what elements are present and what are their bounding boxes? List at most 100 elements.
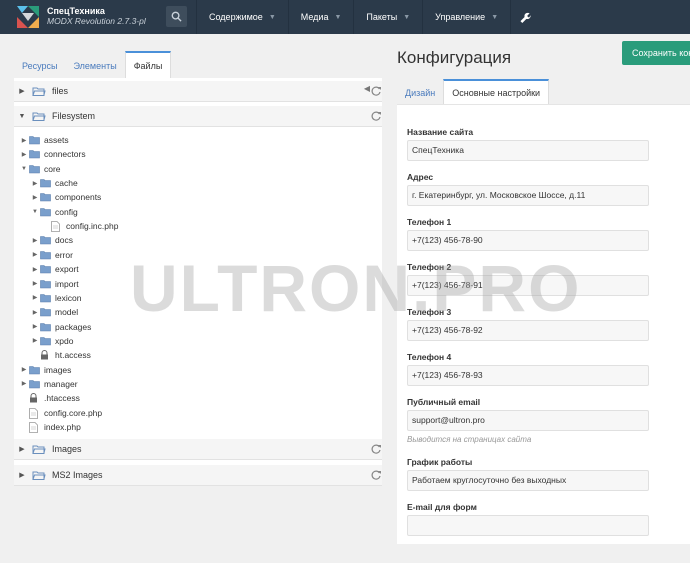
- tab-main-settings[interactable]: Основные настройки: [443, 79, 550, 104]
- expand-arrow-icon[interactable]: ▶: [30, 180, 40, 187]
- expand-arrow-icon[interactable]: ▶: [30, 337, 40, 344]
- expand-arrow-icon[interactable]: ▼: [14, 113, 30, 120]
- field-label: Телефон 2: [407, 262, 452, 272]
- tree-folder[interactable]: ▶ import: [30, 277, 79, 291]
- system-settings-button[interactable]: [510, 0, 540, 34]
- source-images-header[interactable]: ▶ Images: [14, 439, 382, 460]
- field-label: Телефон 1: [407, 217, 452, 227]
- expand-arrow-icon[interactable]: ▶: [30, 266, 40, 273]
- tree-folder[interactable]: ▼ core: [19, 162, 61, 176]
- field-label: Телефон 4: [407, 352, 452, 362]
- tree-item-label: core: [44, 163, 61, 174]
- field-input[interactable]: +7(123) 456-78-93: [407, 365, 649, 386]
- tree-folder[interactable]: ▶ xpdo: [30, 334, 74, 348]
- tree-file[interactable]: index.php: [19, 420, 81, 434]
- tree-file[interactable]: .htaccess: [19, 391, 80, 405]
- folder-icon: [40, 178, 51, 188]
- expand-arrow-icon[interactable]: ▶: [30, 294, 40, 301]
- nav-manage-label: Управление: [435, 12, 486, 22]
- nav-manage[interactable]: Управление ▼: [422, 0, 510, 34]
- site-name: СпецТехника: [47, 6, 105, 16]
- tree-folder[interactable]: ▶ images: [19, 363, 72, 377]
- nav-media[interactable]: Медиа ▼: [287, 0, 354, 34]
- refresh-icon[interactable]: [370, 443, 382, 455]
- left-panel: Ресурсы Элементы Файлы ▶ files ◀ ▼ Files…: [0, 34, 382, 563]
- search-icon: [171, 11, 182, 22]
- expand-arrow-icon[interactable]: ▶: [19, 380, 29, 387]
- expand-arrow-icon[interactable]: ▶: [30, 280, 40, 287]
- expand-arrow-icon[interactable]: ▶: [19, 151, 29, 158]
- collapse-arrow-icon[interactable]: ▼: [30, 209, 40, 215]
- tree-file[interactable]: ht.access: [30, 348, 91, 362]
- expand-arrow-icon[interactable]: ▶: [14, 471, 30, 479]
- tree-item-label: images: [44, 364, 72, 375]
- tree-folder[interactable]: ▼ config: [30, 205, 78, 219]
- folder-icon: [29, 379, 40, 389]
- config-tabs: Дизайн Основные настройки: [397, 79, 550, 104]
- expand-arrow-icon[interactable]: ▶: [30, 251, 40, 258]
- expand-arrow-icon[interactable]: ▶: [30, 237, 40, 244]
- expand-arrow-icon[interactable]: ▶: [30, 194, 40, 201]
- expand-arrow-icon[interactable]: ▶: [19, 137, 29, 144]
- expand-arrow-icon[interactable]: ▶: [30, 323, 40, 330]
- field-input[interactable]: Работаем круглосуточно без выходных: [407, 470, 649, 491]
- tree-file[interactable]: config.inc.php: [41, 219, 118, 233]
- field-label: График работы: [407, 457, 473, 467]
- search-button[interactable]: [166, 6, 187, 27]
- tab-elements[interactable]: Элементы: [66, 51, 125, 78]
- tree-item-label: config: [55, 206, 78, 217]
- tree-folder[interactable]: ▶ error: [30, 248, 73, 262]
- field-input[interactable]: г. Екатеринбург, ул. Московское Шоссе, д…: [407, 185, 649, 206]
- expand-arrow-icon[interactable]: ▶: [30, 309, 40, 316]
- tree-folder[interactable]: ▶ components: [30, 190, 102, 204]
- source-filesystem-title: Filesystem: [52, 111, 96, 121]
- main-nav: Содержимое ▼ Медиа ▼ Пакеты ▼ Управление ▼: [196, 0, 540, 34]
- tree-folder[interactable]: ▶ model: [30, 305, 78, 319]
- tree-item-label: connectors: [44, 149, 86, 160]
- folder-icon: [29, 365, 40, 375]
- folder-icon: [40, 336, 51, 346]
- settings-form: Название сайта СпецТехника Адрес г. Екатери…: [397, 104, 690, 544]
- refresh-icon[interactable]: [370, 85, 382, 97]
- tree-folder[interactable]: ▶ packages: [30, 320, 92, 334]
- field-input[interactable]: +7(123) 456-78-90: [407, 230, 649, 251]
- tree-folder[interactable]: ▶ assets: [19, 133, 69, 147]
- brand[interactable]: СпецТехника MODX Revolution 2.7.3-pl: [47, 6, 146, 26]
- save-button[interactable]: Сохранить конфигурацию: [622, 41, 690, 65]
- tree-folder[interactable]: ▶ connectors: [19, 147, 86, 161]
- modx-logo[interactable]: [15, 4, 41, 30]
- tab-files[interactable]: Файлы: [124, 51, 172, 78]
- expand-arrow-icon[interactable]: ▶: [19, 366, 29, 373]
- refresh-icon[interactable]: [370, 110, 382, 122]
- folder-icon: [40, 322, 51, 332]
- tree-file[interactable]: config.core.php: [19, 406, 102, 420]
- expand-arrow-icon[interactable]: ▶: [14, 87, 30, 95]
- tree-item-label: ht.access: [55, 350, 91, 361]
- source-filesystem-header[interactable]: ▼ Filesystem: [14, 106, 382, 127]
- field-input[interactable]: +7(123) 456-78-92: [407, 320, 649, 341]
- folder-icon: [40, 207, 51, 217]
- field-input[interactable]: [407, 515, 649, 536]
- field-input[interactable]: support@ultron.pro: [407, 410, 649, 431]
- nav-content[interactable]: Содержимое ▼: [196, 0, 288, 34]
- tree-folder[interactable]: ▶ docs: [30, 233, 73, 247]
- nav-packages[interactable]: Пакеты ▼: [353, 0, 422, 34]
- field-input[interactable]: СпецТехника: [407, 140, 649, 161]
- tree-folder[interactable]: ▶ lexicon: [30, 291, 82, 305]
- field-label: Телефон 3: [407, 307, 452, 317]
- source-files-header[interactable]: ▶ files ◀: [14, 81, 382, 102]
- tree-item-label: .htaccess: [44, 393, 80, 404]
- tab-design[interactable]: Дизайн: [397, 79, 443, 104]
- tree-folder[interactable]: ▶ manager: [19, 377, 78, 391]
- source-ms2images-header[interactable]: ▶ MS2 Images: [14, 465, 382, 486]
- tree-item-label: cache: [55, 178, 78, 189]
- tab-resources[interactable]: Ресурсы: [14, 51, 66, 78]
- expand-arrow-icon[interactable]: ▶: [14, 445, 30, 453]
- folder-open-icon: [32, 87, 46, 96]
- tree-folder[interactable]: ▶ export: [30, 262, 79, 276]
- collapse-arrow-icon[interactable]: ▼: [19, 166, 29, 172]
- field-label: E-mail для форм: [407, 502, 477, 512]
- tree-folder[interactable]: ▶ cache: [30, 176, 78, 190]
- refresh-icon[interactable]: [370, 469, 382, 481]
- field-input[interactable]: +7(123) 456-78-91: [407, 275, 649, 296]
